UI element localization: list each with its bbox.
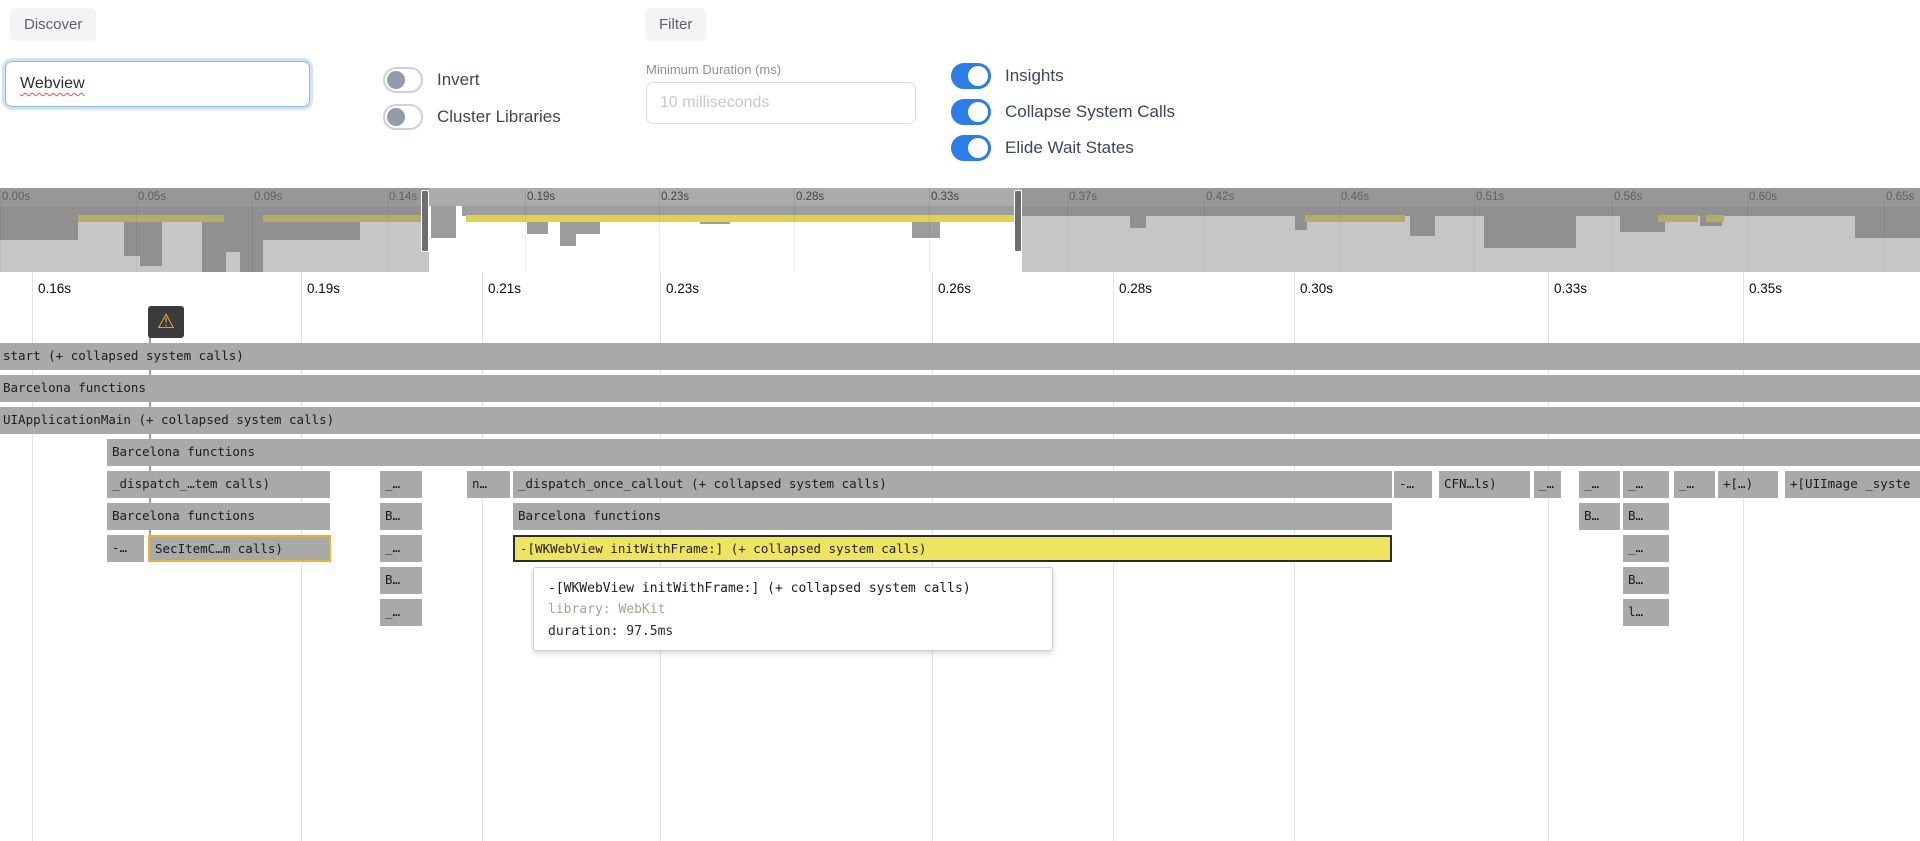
discover-chip-text: Discover xyxy=(24,16,82,33)
collapse-system-calls-toggle[interactable] xyxy=(951,99,991,125)
search-input-value: Webview xyxy=(20,75,85,93)
flame-bar-selected[interactable]: SecItemC…m calls) xyxy=(148,535,331,562)
cluster-libraries-toggle-label: Cluster Libraries xyxy=(437,107,561,127)
flame-bar[interactable]: +[UIImage _syste xyxy=(1785,471,1920,498)
flame-bar[interactable]: -… xyxy=(107,535,144,562)
minimap-tick-label: 0.33s xyxy=(931,191,959,203)
search-input[interactable]: Webview xyxy=(5,61,310,107)
selection-handle-right[interactable] xyxy=(1014,190,1022,252)
flame-bar[interactable]: -… xyxy=(1394,471,1432,498)
flame-bar[interactable]: _… xyxy=(1534,471,1561,498)
flame-bar[interactable]: B… xyxy=(1579,503,1620,530)
flame-bar[interactable]: UIApplicationMain (+ collapsed system ca… xyxy=(0,407,1920,434)
flame-bar[interactable]: start (+ collapsed system calls) xyxy=(0,343,1920,370)
flame-bar[interactable]: +[…) xyxy=(1718,471,1778,498)
flame-bar[interactable]: CFN…ls) xyxy=(1439,471,1530,498)
elide-wait-states-toggle-row: Elide Wait States xyxy=(951,135,1134,161)
axis-tick-label: 0.35s xyxy=(1749,281,1782,296)
minimap-tick-label: 0.19s xyxy=(527,191,555,203)
minimap-gridline xyxy=(525,188,526,272)
elide-wait-states-toggle[interactable] xyxy=(951,135,991,161)
minimap-gridline xyxy=(659,188,660,272)
toggle-knob xyxy=(968,138,988,158)
tooltip-library: library: WebKit xyxy=(548,599,1038,620)
elide-wait-states-toggle-label: Elide Wait States xyxy=(1005,138,1134,158)
filter-chip-text: Filter xyxy=(659,16,692,33)
invert-toggle-row: Invert xyxy=(383,67,480,93)
insights-toggle-row: Insights xyxy=(951,63,1064,89)
flame-bar[interactable]: _… xyxy=(380,471,422,498)
minimap-gridline xyxy=(794,188,795,272)
axis-tick-label: 0.21s xyxy=(488,281,521,296)
minimap-tick-label: 0.23s xyxy=(661,191,689,203)
warning-marker-icon[interactable]: ⚠ xyxy=(148,306,184,338)
toggle-knob xyxy=(387,71,405,89)
flame-bar[interactable]: _… xyxy=(380,535,422,562)
collapse-system-calls-toggle-row: Collapse System Calls xyxy=(951,99,1175,125)
tooltip-duration: duration: 97.5ms xyxy=(548,621,1038,642)
flame-bar[interactable]: B… xyxy=(380,503,422,530)
min-duration-label: Minimum Duration (ms) xyxy=(646,62,781,77)
minimap-gridline xyxy=(929,188,930,272)
flame-bar[interactable]: B… xyxy=(1623,567,1669,594)
toggle-knob xyxy=(968,102,988,122)
flame-bar[interactable]: B… xyxy=(1623,503,1669,530)
axis-tick-label: 0.30s xyxy=(1300,281,1333,296)
flame-bar[interactable]: _… xyxy=(1623,471,1669,498)
min-duration-input[interactable] xyxy=(646,82,916,124)
selection-handle-left[interactable] xyxy=(421,190,429,252)
toggle-knob xyxy=(387,108,405,126)
cluster-libraries-toggle[interactable] xyxy=(383,104,423,130)
warning-icon: ⚠ xyxy=(157,312,175,332)
collapse-system-calls-toggle-label: Collapse System Calls xyxy=(1005,102,1175,122)
flame-bar[interactable]: Barcelona functions xyxy=(0,375,1920,402)
profiler-app: Discover Webview Invert Cluster Librarie… xyxy=(0,0,1920,841)
minimap-flame-block xyxy=(431,206,456,238)
axis-tick-label: 0.23s xyxy=(666,281,699,296)
minimap-flame-block xyxy=(560,206,576,246)
flame-bar[interactable]: Barcelona functions xyxy=(107,503,330,530)
flame-bar[interactable]: n… xyxy=(467,471,510,498)
toggle-knob xyxy=(968,66,988,86)
minimap-unselected-overlay xyxy=(1022,188,1920,272)
axis-tick-label: 0.33s xyxy=(1554,281,1587,296)
flame-bar[interactable]: _dispatch_once_callout (+ collapsed syst… xyxy=(513,471,1392,498)
flame-bar[interactable]: _dispatch_…tem calls) xyxy=(107,471,330,498)
axis-tick-label: 0.19s xyxy=(307,281,340,296)
cluster-libraries-toggle-row: Cluster Libraries xyxy=(383,104,561,130)
flame-bar[interactable]: Barcelona functions xyxy=(107,439,1920,466)
discover-section-label: Discover xyxy=(10,8,96,41)
axis-tick-label: 0.26s xyxy=(938,281,971,296)
flame-bar[interactable]: B… xyxy=(380,567,422,594)
flame-bar[interactable]: _… xyxy=(1579,471,1620,498)
tooltip-title: -[WKWebView initWithFrame:] (+ collapsed… xyxy=(548,578,1038,599)
flame-bar[interactable]: l… xyxy=(1623,599,1669,626)
flame-bar[interactable]: _… xyxy=(1623,535,1669,562)
invert-toggle[interactable] xyxy=(383,67,423,93)
frame-tooltip: -[WKWebView initWithFrame:] (+ collapsed… xyxy=(533,567,1053,651)
axis-tick-label: 0.16s xyxy=(38,281,71,296)
insights-toggle[interactable] xyxy=(951,63,991,89)
minimap-unselected-overlay xyxy=(0,188,429,272)
insights-toggle-label: Insights xyxy=(1005,66,1064,86)
flame-bar-highlighted[interactable]: -[WKWebView initWithFrame:] (+ collapsed… xyxy=(513,535,1392,562)
minimap-highlight-stripe xyxy=(466,215,1015,222)
flame-bar[interactable]: _… xyxy=(1674,471,1715,498)
filter-section-label: Filter xyxy=(645,8,706,41)
timeline-minimap[interactable]: 0.00s0.05s0.09s0.14s0.19s0.23s0.28s0.33s… xyxy=(0,188,1920,272)
minimap-tick-label: 0.28s xyxy=(796,191,824,203)
flame-bar[interactable]: Barcelona functions xyxy=(513,503,1392,530)
axis-tick-label: 0.28s xyxy=(1119,281,1152,296)
flame-bar[interactable]: _… xyxy=(380,599,422,626)
invert-toggle-label: Invert xyxy=(437,70,480,90)
